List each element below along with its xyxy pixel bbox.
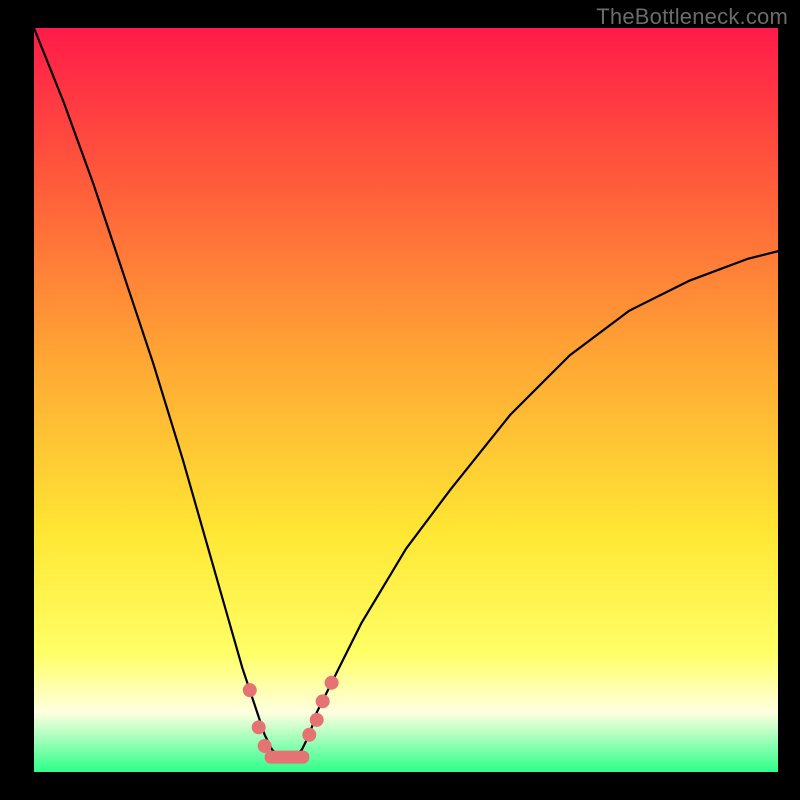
data-dot	[258, 739, 272, 753]
watermark-text: TheBottleneck.com	[596, 4, 788, 30]
data-dot	[243, 683, 257, 697]
gradient-background	[34, 28, 778, 772]
data-dot	[316, 694, 330, 708]
data-dot	[302, 728, 316, 742]
data-dot	[325, 676, 339, 690]
min-plateau-bridge	[265, 751, 310, 764]
chart-frame: TheBottleneck.com	[0, 0, 800, 800]
data-dot	[310, 713, 324, 727]
data-dot	[252, 720, 266, 734]
plot-svg	[34, 28, 778, 772]
plot-area	[34, 28, 778, 772]
